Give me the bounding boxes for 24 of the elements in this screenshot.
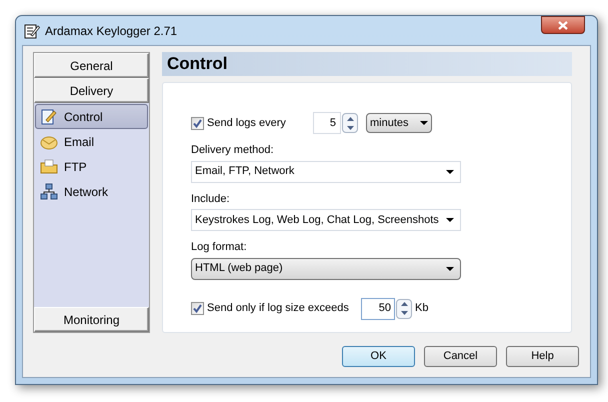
unit-label: Kb [415,301,428,316]
dropdown[interactable]: minutes [366,113,432,133]
field-label: Include: [191,192,231,206]
sidebar-item[interactable]: Control [35,104,148,129]
number-field[interactable]: 5 [313,112,341,134]
checkbox-label: Send logs every [207,116,287,131]
checkbox-label: Send only if log size exceeds [207,301,350,316]
dialog-button[interactable]: Cancel [424,346,497,367]
sidebar-item[interactable]: Email [35,129,148,154]
sidebar-item[interactable]: Network [35,179,148,204]
category-button[interactable]: Monitoring [34,307,149,332]
panel-header: Control [162,52,572,76]
dropdown[interactable]: Keystrokes Log, Web Log, Chat Log, Screenshots [191,209,461,231]
category-button[interactable]: General [34,53,149,78]
dropdown[interactable]: HTML (web page) [191,258,461,280]
dialog-button[interactable]: OK [342,346,415,367]
dialog-button[interactable]: Help [506,346,579,367]
dropdown[interactable]: Email, FTP, Network [191,160,461,182]
window-title: Ardamax Keylogger 2.71 [45,22,178,40]
number-field[interactable]: 50 [361,298,395,320]
sidebar-item[interactable]: FTP [35,154,148,179]
field-label: Delivery method: [191,143,275,158]
category-button[interactable]: Delivery [34,78,149,103]
field-label: Log format: [191,240,248,255]
